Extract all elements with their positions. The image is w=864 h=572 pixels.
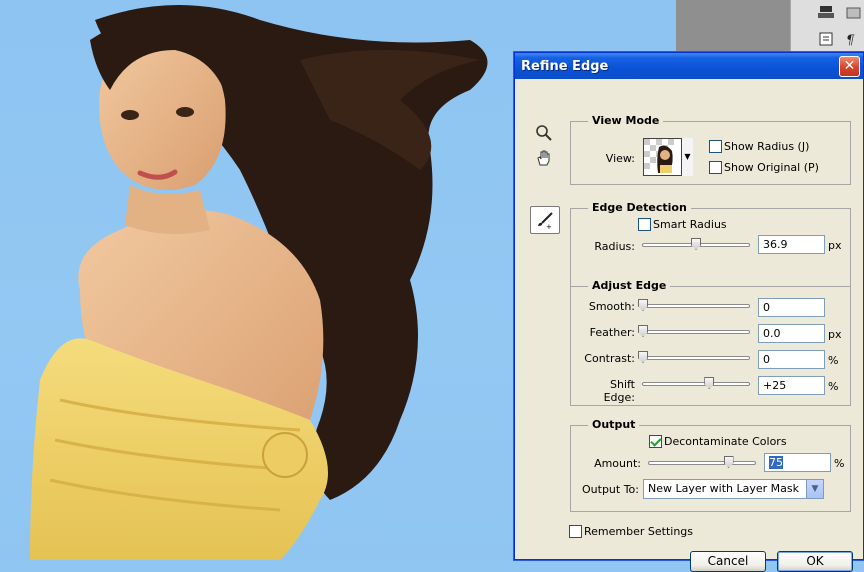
view-mode-title: View Mode — [588, 114, 664, 127]
remember-settings-checkbox[interactable] — [569, 525, 582, 538]
chevron-down-icon[interactable]: ▼ — [806, 480, 823, 498]
contrast-field[interactable]: 0 — [758, 350, 825, 369]
amount-value: 75 — [769, 456, 783, 469]
amount-slider[interactable] — [648, 456, 756, 468]
show-radius-checkbox[interactable] — [709, 140, 722, 153]
show-original-checkbox[interactable] — [709, 161, 722, 174]
contrast-unit: % — [828, 354, 839, 367]
shift-edge-unit: % — [828, 380, 839, 393]
feather-unit: px — [828, 328, 842, 341]
ok-button[interactable]: OK — [777, 551, 853, 572]
output-title: Output — [588, 418, 640, 431]
smooth-field[interactable]: 0 — [758, 298, 825, 317]
radius-unit: px — [828, 239, 842, 252]
dialog-title: Refine Edge — [521, 58, 609, 74]
remember-settings-label: Remember Settings — [584, 525, 694, 538]
radius-field[interactable]: 36.9 — [758, 235, 825, 254]
radius-label: Radius: — [594, 240, 635, 253]
view-label: View: — [605, 152, 635, 165]
contrast-slider[interactable] — [638, 351, 750, 363]
decontaminate-colors-label: Decontaminate Colors — [664, 435, 787, 448]
feather-slider[interactable] — [638, 325, 750, 337]
show-radius-label: Show Radius (J) — [724, 140, 810, 153]
shift-edge-label: Shift Edge: — [603, 378, 635, 404]
amount-label: Amount: — [594, 457, 641, 470]
radius-slider[interactable] — [642, 238, 750, 250]
adjust-edge-title: Adjust Edge — [588, 279, 671, 292]
edge-detection-title: Edge Detection — [588, 201, 691, 214]
smart-radius-checkbox[interactable] — [638, 218, 651, 231]
show-original-label: Show Original (P) — [724, 161, 819, 174]
output-to-select[interactable]: New Layer with Layer Mask ▼ — [643, 479, 824, 499]
smart-radius-label: Smart Radius — [653, 218, 727, 231]
dialog-titlebar[interactable]: Refine Edge — [515, 53, 863, 79]
shift-edge-slider[interactable] — [642, 377, 750, 389]
preview-image-icon — [644, 139, 680, 175]
decontaminate-colors-checkbox[interactable] — [649, 435, 662, 448]
shift-edge-field[interactable]: +25 — [758, 376, 825, 395]
refine-edge-dialog: Refine Edge ✕ + View Mode View: ▼ Show R… — [514, 52, 864, 572]
output-to-value: New Layer with Layer Mask — [648, 482, 799, 495]
dialog-body: + View Mode View: ▼ Show Radius (J) Show… — [515, 79, 863, 572]
smooth-slider[interactable] — [638, 299, 750, 311]
close-icon: ✕ — [843, 58, 856, 74]
view-dropdown-arrow-icon[interactable]: ▼ — [681, 138, 693, 176]
zoom-tool-icon[interactable] — [532, 121, 556, 145]
feather-label: Feather: — [589, 326, 635, 339]
svg-text:+: + — [546, 223, 552, 230]
cancel-button[interactable]: Cancel — [690, 551, 766, 572]
close-button[interactable]: ✕ — [839, 56, 860, 77]
hand-tool-icon[interactable] — [532, 146, 556, 170]
feather-field[interactable]: 0.0 — [758, 324, 825, 343]
amount-unit: % — [834, 457, 845, 470]
amount-field[interactable]: 75 — [764, 453, 831, 472]
smooth-label: Smooth: — [588, 300, 635, 313]
contrast-label: Contrast: — [584, 352, 635, 365]
refine-radius-brush-icon[interactable]: + — [530, 206, 560, 234]
output-to-label: Output To: — [582, 483, 639, 496]
